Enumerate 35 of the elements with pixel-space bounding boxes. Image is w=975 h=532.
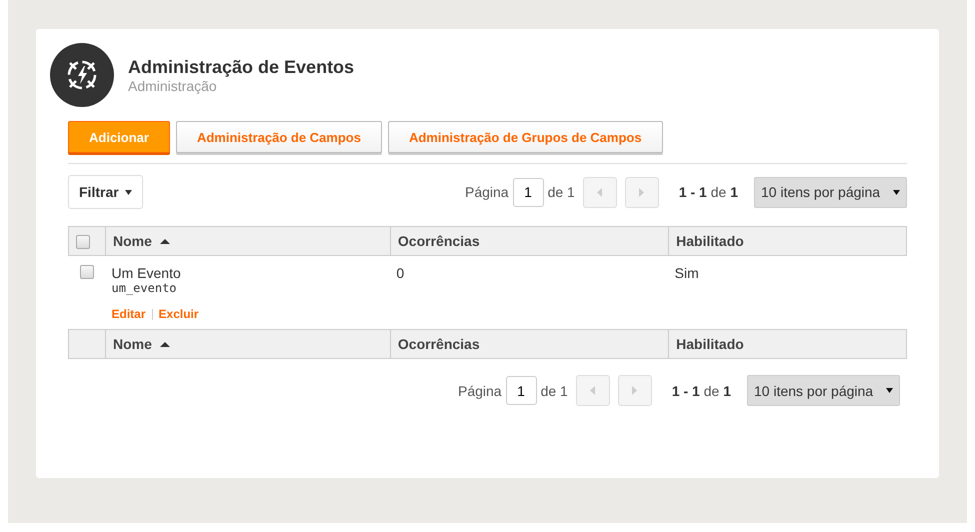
column-header[interactable]: Habilitado [676,336,744,352]
sort-ascending-icon [160,238,170,244]
caret-icon [124,190,132,194]
column-header[interactable]: Nome [113,336,170,352]
sort-ascending-icon [160,342,170,346]
table-cell: 0 [390,256,669,330]
item-range: 1 - 1 de 1 [678,184,738,200]
caret-icon [886,388,893,393]
page-subtitle: Administração [128,78,218,94]
event-slug: um_evento [112,281,178,295]
caret-icon [893,190,900,194]
page-count: de 1 [548,184,575,200]
column-header[interactable]: Ocorrências [398,336,480,352]
left-triangle-icon [597,188,602,196]
column-header[interactable]: Nome [113,233,170,249]
items-per-page-select[interactable]: 10 itens por página [747,375,900,406]
logo-icon [50,43,114,107]
left-triangle-icon [590,386,596,395]
right-triangle-icon [639,188,644,196]
page-title: Administração de Eventos [128,56,354,78]
page-count: de 1 [540,382,568,398]
item-range: 1 - 1 de 1 [672,382,731,398]
page-label: Página [464,184,509,200]
select-all-checkbox[interactable] [76,235,90,250]
page-label: Página [458,382,502,398]
row-checkbox[interactable] [80,265,94,280]
filter-button[interactable]: Filtrar [68,175,143,209]
items-per-page-select[interactable]: 10 itens por página [754,176,907,208]
page-input[interactable]: 1 [512,178,544,206]
column-header[interactable]: Habilitado [676,233,744,249]
right-triangle-icon [632,386,638,395]
event-name: Um Evento [112,265,182,281]
column-header[interactable]: Ocorrências [398,233,480,249]
page-input[interactable]: 1 [506,376,537,405]
table-cell: Sim [668,256,906,330]
